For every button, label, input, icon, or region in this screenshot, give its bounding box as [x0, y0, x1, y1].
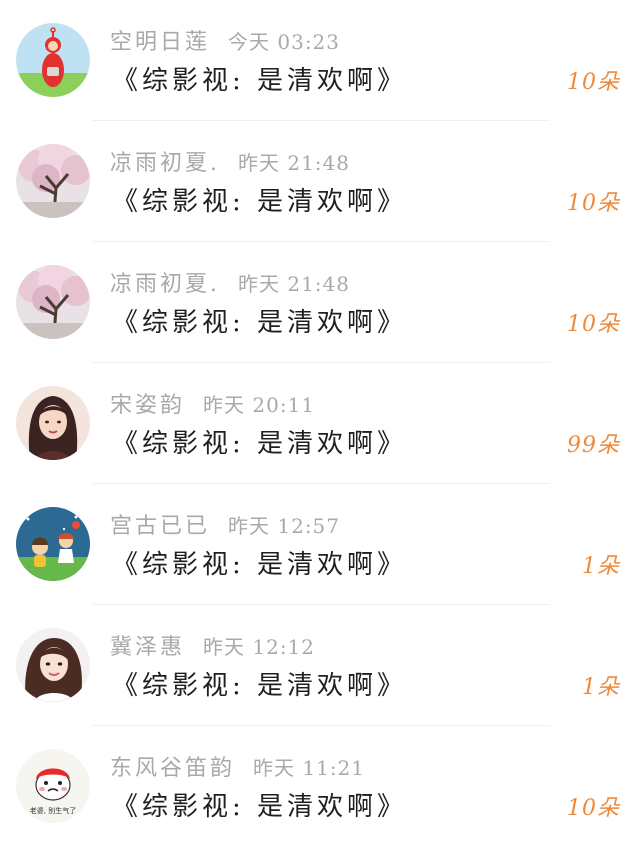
item-meta: 冀泽惠 昨天 12:12 [110, 629, 316, 660]
avatar[interactable] [16, 23, 90, 97]
gift-count: 10朵 [567, 796, 620, 821]
gift-count: 99朵 [567, 433, 620, 458]
timestamp: 昨天 20:11 [203, 393, 316, 417]
message-text: 《综影视: 是清欢啊》 [112, 308, 408, 338]
message-text: 《综影视: 是清欢啊》 [112, 671, 408, 701]
avatar[interactable] [16, 265, 90, 339]
avatar[interactable] [16, 628, 90, 702]
timestamp: 昨天 12:12 [203, 635, 316, 659]
timestamp: 今天 03:23 [228, 30, 341, 54]
timestamp: 昨天 11:21 [253, 756, 366, 780]
list-item[interactable]: 老婆, 别生气了 东风谷笛韵 昨天 11:21 《综影视: 是清欢啊》 10朵 [0, 726, 640, 847]
list-item[interactable]: 空明日莲 今天 03:23 《综影视: 是清欢啊》 10朵 [0, 0, 640, 121]
item-meta: 凉雨初夏. 昨天 21:48 [110, 266, 350, 297]
user-name[interactable]: 冀泽惠 [110, 635, 185, 660]
avatar[interactable]: 老婆, 别生气了 [16, 749, 90, 823]
user-name[interactable]: 凉雨初夏. [110, 151, 220, 176]
message-text: 《综影视: 是清欢啊》 [112, 66, 408, 96]
list-item[interactable]: 凉雨初夏. 昨天 21:48 《综影视: 是清欢啊》 10朵 [0, 242, 640, 363]
gift-count: 10朵 [567, 312, 620, 337]
user-name[interactable]: 宫古已已 [110, 514, 210, 539]
avatar[interactable] [16, 144, 90, 218]
timestamp: 昨天 21:48 [238, 272, 350, 296]
gift-list: 空明日莲 今天 03:23 《综影视: 是清欢啊》 10朵 凉雨初夏. 昨天 21:… [0, 0, 640, 847]
message-text: 《综影视: 是清欢啊》 [112, 792, 408, 822]
item-meta: 宋姿韵 昨天 20:11 [110, 387, 316, 418]
timestamp: 昨天 12:57 [228, 514, 341, 538]
avatar[interactable] [16, 386, 90, 460]
list-item[interactable]: 冀泽惠 昨天 12:12 《综影视: 是清欢啊》 1朵 [0, 605, 640, 726]
list-item[interactable]: 凉雨初夏. 昨天 21:48 《综影视: 是清欢啊》 10朵 [0, 121, 640, 242]
list-item[interactable]: 宋姿韵 昨天 20:11 《综影视: 是清欢啊》 99朵 [0, 363, 640, 484]
user-name[interactable]: 凉雨初夏. [110, 272, 220, 297]
item-meta: 宫古已已 昨天 12:57 [110, 508, 341, 539]
list-item[interactable]: 宫古已已 昨天 12:57 《综影视: 是清欢啊》 1朵 [0, 484, 640, 605]
user-name[interactable]: 宋姿韵 [110, 393, 185, 418]
item-meta: 东风谷笛韵 昨天 11:21 [110, 750, 366, 781]
avatar-caption: 老婆, 别生气了 [30, 806, 76, 815]
item-meta: 空明日莲 今天 03:23 [110, 24, 341, 55]
message-text: 《综影视: 是清欢啊》 [112, 429, 408, 459]
message-text: 《综影视: 是清欢啊》 [112, 550, 408, 580]
item-meta: 凉雨初夏. 昨天 21:48 [110, 145, 350, 176]
gift-count: 10朵 [567, 70, 620, 95]
message-text: 《综影视: 是清欢啊》 [112, 187, 408, 217]
timestamp: 昨天 21:48 [238, 151, 350, 175]
user-name[interactable]: 空明日莲 [110, 30, 210, 55]
avatar[interactable] [16, 507, 90, 581]
gift-count: 10朵 [567, 191, 620, 216]
gift-count: 1朵 [582, 675, 620, 700]
gift-count: 1朵 [582, 554, 620, 579]
user-name[interactable]: 东风谷笛韵 [110, 756, 235, 781]
